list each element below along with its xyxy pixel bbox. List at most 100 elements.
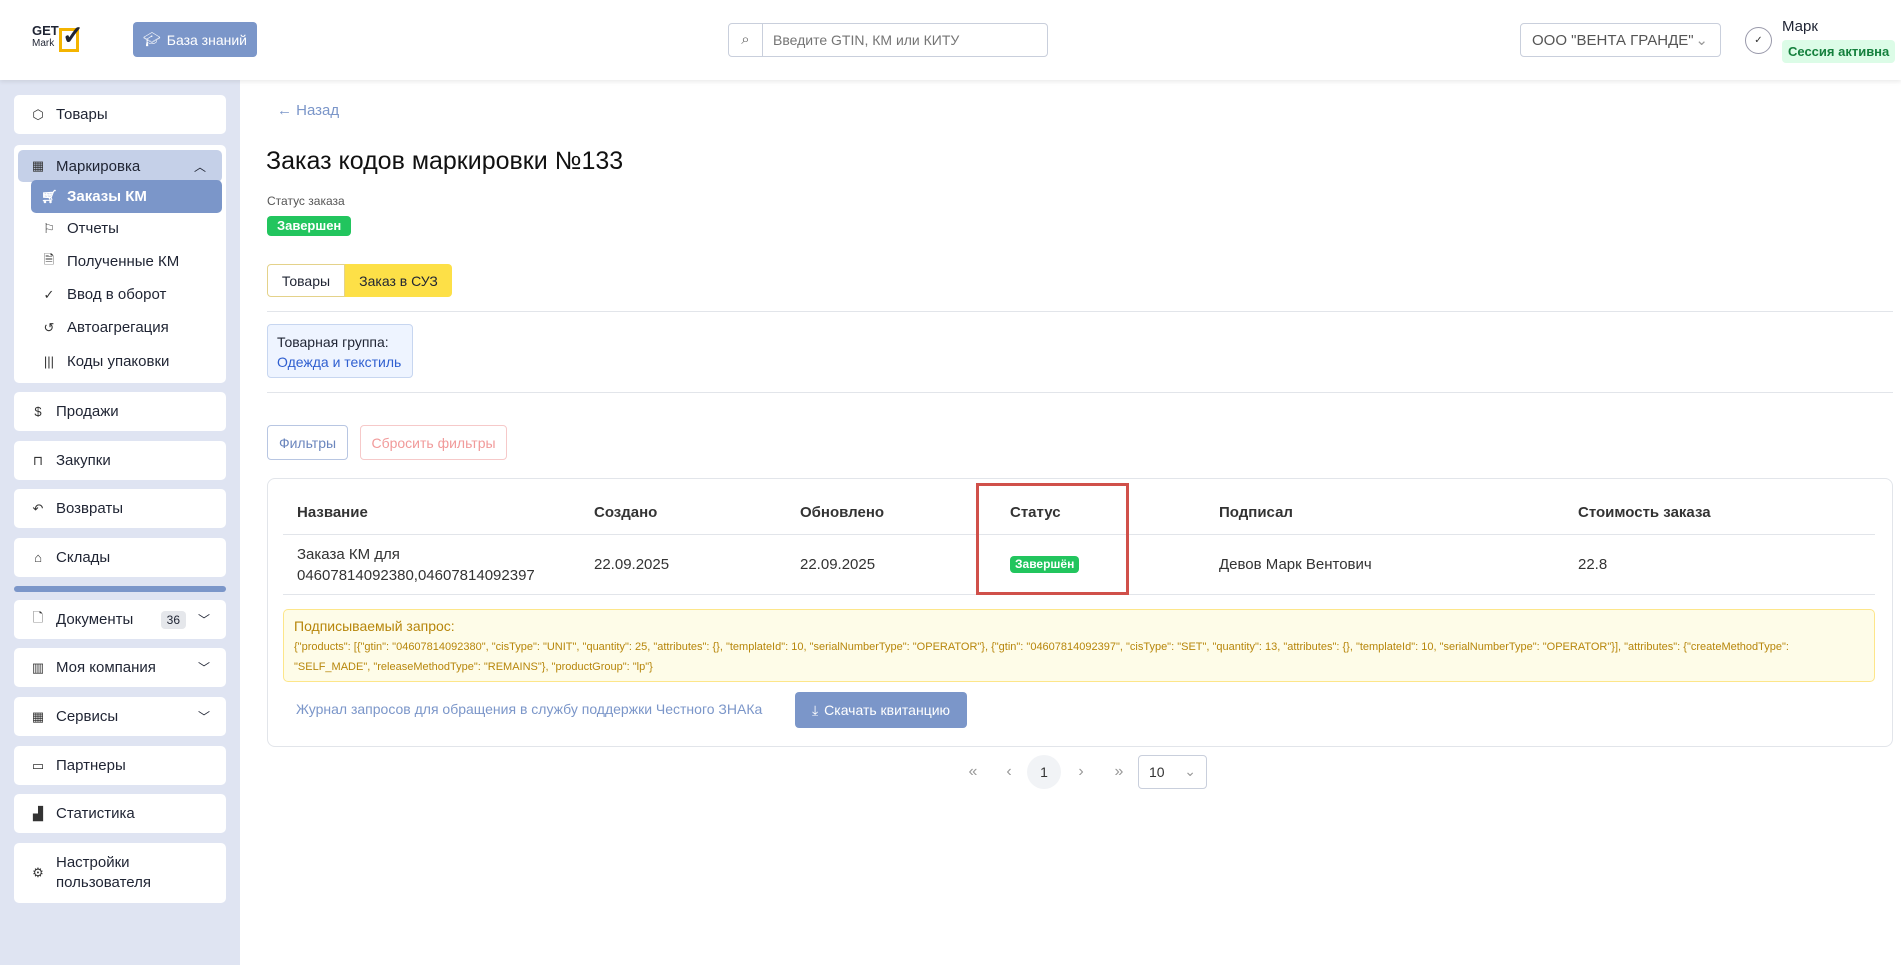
sidebar-item-label: Склады <box>56 549 111 566</box>
status-label: Статус заказа <box>267 194 345 208</box>
sidebar-item-label: Закупки <box>56 452 111 469</box>
sidebar-item-label: Сервисы <box>56 708 119 725</box>
chevron-down-icon: ⌄ <box>1695 32 1708 49</box>
knowledge-base-label: База знаний <box>166 31 247 48</box>
sidebar-item-returns[interactable]: ↶ Возвраты <box>14 489 226 528</box>
documents-count-badge: 36 <box>160 610 186 629</box>
return-icon: ↶ <box>32 500 44 516</box>
support-journal-link[interactable]: Журнал запросов для обращения в службу п… <box>296 701 762 717</box>
first-page-button[interactable]: « <box>955 763 991 781</box>
prev-page-button[interactable]: ‹ <box>991 763 1027 781</box>
page-size-select[interactable]: 10 ⌄ <box>1138 754 1207 789</box>
search-box[interactable]: ⌕ <box>728 23 1048 57</box>
last-page-button[interactable]: » <box>1101 763 1137 781</box>
organization-value: ООО "ВЕНТА ГРАНДЕ" <box>1532 31 1694 49</box>
qr-icon: ▦ <box>31 158 45 173</box>
tab-goods[interactable]: Товары <box>267 264 345 297</box>
pagination: « ‹ 1 › » 10 ⌄ <box>955 754 1207 789</box>
product-group-box: Товарная группа: Одежда и текстиль <box>267 324 413 378</box>
divider <box>267 311 1893 312</box>
file-check-icon: 🗎︎ <box>43 251 55 267</box>
dollar-icon: $ <box>34 404 42 419</box>
sidebar-item-reports[interactable]: ⚐ Отчеты <box>31 212 222 245</box>
grid-icon: ▦ <box>31 708 45 724</box>
sidebar-item-documents[interactable]: 🗋︎ Документы 36 ﹀ <box>14 600 226 639</box>
sidebar-item-statistics[interactable]: ▟ Статистика <box>14 794 226 833</box>
gear-icon: ⚙ <box>32 865 44 880</box>
sidebar-item-km-orders[interactable]: 🛒︎ Заказы КМ <box>31 180 222 213</box>
logo[interactable]: GET Mark ✓ <box>32 20 84 58</box>
sidebar-item-label: Моя компания <box>56 659 156 676</box>
chevron-down-icon: ⌄ <box>1184 763 1196 779</box>
check-circle-icon: ✓ <box>43 286 55 302</box>
reset-filters-button[interactable]: Сбросить фильтры <box>360 425 507 460</box>
row-created: 22.09.2025 <box>594 556 670 573</box>
sidebar-item-goods[interactable]: ⬡ Товары <box>14 95 226 134</box>
sidebar-item-label: Автоагрегация <box>67 319 169 336</box>
user-name: Марк <box>1782 18 1818 35</box>
sidebar-item-label: Партнеры <box>56 757 126 774</box>
sidebar-item-purchases[interactable]: ⊓ Закупки <box>14 441 226 480</box>
avatar[interactable]: ✓ <box>1745 27 1772 54</box>
flag-icon: ⚐ <box>43 220 55 236</box>
tab-suz-order[interactable]: Заказ в СУЗ <box>345 264 452 297</box>
next-page-button[interactable]: › <box>1061 763 1101 781</box>
column-header-cost: Стоимость заказа <box>1578 504 1711 521</box>
sidebar-item-company[interactable]: ▥ Моя компания ﹀ <box>14 648 226 687</box>
sidebar-item-label: Ввод в оборот <box>67 286 167 303</box>
sidebar-item-label: Возвраты <box>56 500 124 517</box>
barcode-icon: ||| <box>43 354 55 369</box>
sidebar-item-label: Продажи <box>56 403 119 420</box>
partners-icon: ▭ <box>31 757 45 773</box>
sidebar-item-label: Статистика <box>56 805 135 822</box>
row-name-line: Заказа КМ для <box>297 546 400 563</box>
cart-icon: 🛒︎ <box>41 188 58 204</box>
sidebar-item-label: Товары <box>56 106 108 123</box>
download-receipt-label: Скачать квитанцию <box>824 702 951 718</box>
row-name-line: 04607814092380,04607814092397 <box>297 567 535 584</box>
sidebar-item-received-km[interactable]: 🗎︎ Полученные КМ <box>31 245 222 278</box>
status-highlight-box <box>976 483 1129 595</box>
sidebar-item-partners[interactable]: ▭ Партнеры <box>14 746 226 785</box>
knowledge-base-button[interactable]: 🎓︎ База знаний <box>133 22 257 57</box>
sidebar-item-label: Документы <box>56 611 134 628</box>
product-group-label: Товарная группа: <box>277 334 389 350</box>
box-icon: ⬡ <box>32 106 44 122</box>
sidebar-item-label: Коды упаковки <box>67 353 170 370</box>
sidebar-item-package-codes[interactable]: ||| Коды упаковки <box>31 345 222 378</box>
sidebar-item-marking[interactable]: ▦ Маркировка ︿ <box>18 150 222 182</box>
back-link[interactable]: ← Назад <box>277 102 339 119</box>
page-title: Заказ кодов маркировки №133 <box>266 147 624 175</box>
order-status-badge: Завершен <box>267 216 352 236</box>
session-status-badge: Сессия активна <box>1782 40 1896 63</box>
divider <box>267 392 1893 393</box>
top-header: GET Mark ✓ 🎓︎ База знаний ⌕ ООО "ВЕНТА ГР… <box>0 0 1901 80</box>
search-icon: ⌕ <box>729 24 763 56</box>
download-receipt-button[interactable]: ⤓ Скачать квитанцию <box>795 692 967 728</box>
download-icon: ⤓ <box>811 701 819 718</box>
sidebar-item-label: Заказы КМ <box>67 188 147 205</box>
filters-button[interactable]: Фильтры <box>267 425 348 460</box>
search-input[interactable] <box>763 32 1043 48</box>
sidebar: ⬡ Товары ▦ Маркировка ︿ 🛒︎ Заказы КМ ⚐ Отчеты… <box>0 80 240 965</box>
sidebar-item-circulation[interactable]: ✓ Ввод в оборот <box>31 278 222 311</box>
sidebar-scrollbar[interactable] <box>14 586 226 592</box>
sidebar-item-label: Настройки пользователя <box>56 854 151 891</box>
sidebar-item-settings[interactable]: ⚙ Настройки пользователя <box>14 843 226 903</box>
column-header-name: Название <box>297 504 368 521</box>
column-header-updated: Обновлено <box>800 504 885 521</box>
sidebar-item-autoaggregation[interactable]: ↺ Автоагрегация <box>31 311 222 344</box>
organization-select[interactable]: ООО "ВЕНТА ГРАНДЕ" ⌄ <box>1520 23 1721 57</box>
sidebar-item-services[interactable]: ▦ Сервисы ﹀ <box>14 697 226 736</box>
page-1-button[interactable]: 1 <box>1027 754 1061 789</box>
document-icon: 🗋︎ <box>32 609 44 625</box>
sidebar-item-sales[interactable]: $ Продажи <box>14 392 226 431</box>
row-name: Заказа КМ для 04607814092380,046078140923… <box>297 544 535 586</box>
chevron-up-icon: ︿ <box>193 159 206 174</box>
sidebar-item-warehouses[interactable]: ⌂ Склады <box>14 538 226 577</box>
graduation-cap-icon: 🎓︎ <box>142 31 161 47</box>
bag-icon: ⊓ <box>32 452 44 468</box>
history-icon: ↺ <box>43 319 55 335</box>
column-header-signed-by: Подписал <box>1219 504 1293 521</box>
row-updated: 22.09.2025 <box>800 556 876 573</box>
